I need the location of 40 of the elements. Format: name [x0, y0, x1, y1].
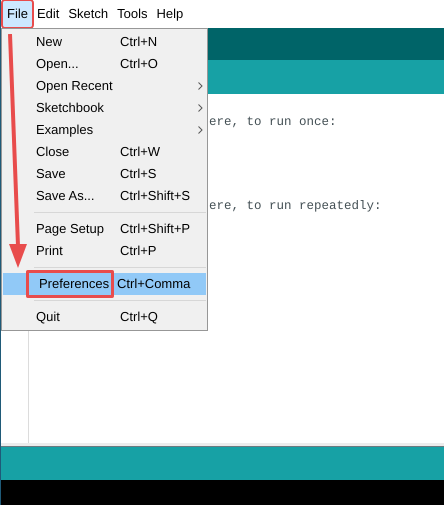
shortcut-label: Ctrl+N	[120, 33, 158, 52]
shortcut-label: Ctrl+Q	[120, 308, 158, 326]
code-line: ere, to run repeatedly:	[209, 198, 382, 215]
menu-bar-item[interactable]: Help	[152, 1, 188, 27]
shortcut-label: Ctrl+Shift+P	[120, 220, 190, 238]
menu-item[interactable]: Close Ctrl+W	[3, 141, 206, 163]
menu-item-label: Sketchbook	[36, 99, 105, 118]
shortcut-label: Ctrl+S	[120, 165, 156, 184]
menu-item[interactable]: Open Recent	[3, 75, 206, 97]
shortcut-label: Ctrl+W	[120, 143, 160, 162]
shortcut-label: Ctrl+O	[120, 55, 158, 74]
menu-item[interactable]: Save Ctrl+S	[3, 163, 206, 185]
menu-bar-item[interactable]: Edit	[32, 1, 64, 27]
menu-item-label: Save As...	[36, 187, 96, 206]
menu-item[interactable]: Page Setup Ctrl+Shift+P	[3, 218, 206, 240]
menu-item[interactable]: New Ctrl+N	[3, 31, 206, 53]
menu-item[interactable]: Examples	[3, 119, 206, 141]
menu-item-label: Close	[36, 143, 70, 162]
menu-item-label: Print	[36, 242, 64, 260]
menu-item-label: Open Recent	[36, 77, 114, 96]
menu-item[interactable]: Quit Ctrl+Q	[3, 306, 206, 328]
menu-item-label: Examples	[36, 121, 94, 140]
menu-bar-item[interactable]: File	[3, 1, 32, 27]
menu-item-label: New	[36, 33, 64, 52]
menu-item[interactable]: Print Ctrl+P	[3, 240, 206, 262]
shortcut-label: Ctrl+Comma	[117, 275, 190, 294]
menu-item[interactable]: Preferences Ctrl+Comma	[3, 273, 206, 295]
menu-bar-item[interactable]: Tools	[113, 1, 152, 27]
menu-bar-item[interactable]: Sketch	[64, 1, 112, 27]
menu-item-label: Open...	[36, 55, 80, 74]
menu-item-label: Page Setup	[36, 220, 105, 238]
menu-item[interactable]: Open... Ctrl+O	[3, 53, 206, 75]
shortcut-label: Ctrl+Shift+S	[120, 187, 190, 206]
menu-item[interactable]: Save As... Ctrl+Shift+S	[3, 185, 206, 207]
code-line: ere, to run once:	[209, 114, 337, 131]
shortcut-label: Ctrl+P	[120, 242, 156, 260]
menu-item-label: Save	[36, 165, 67, 184]
menu-item[interactable]: Sketchbook	[3, 97, 206, 119]
menu-item-label: Quit	[36, 308, 61, 326]
menu-item-label: Preferences	[26, 270, 114, 298]
